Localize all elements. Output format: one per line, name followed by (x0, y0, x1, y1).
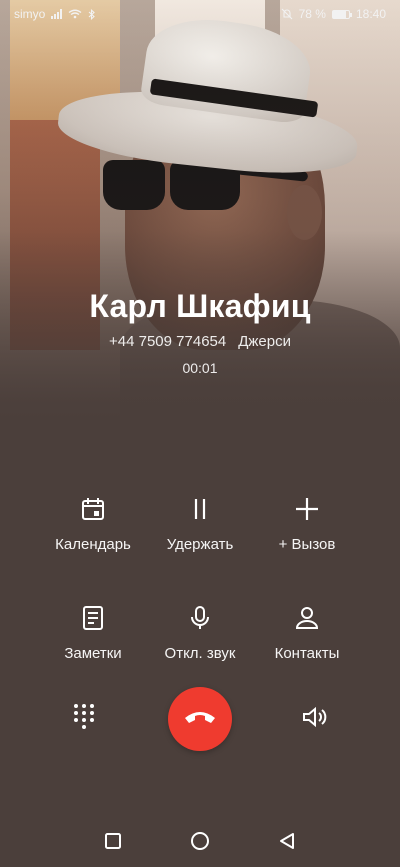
mute-icon (281, 8, 293, 20)
notes-icon (76, 601, 110, 635)
contacts-button[interactable]: Контакты (254, 601, 360, 662)
actions-row-1: Календарь Удержать + Вызов (0, 492, 400, 553)
plus-icon (290, 492, 324, 526)
mute-button[interactable]: Откл. звук (147, 601, 253, 662)
mute-label: Откл. звук (164, 645, 236, 662)
status-right: 78 % 18:40 (281, 7, 386, 21)
status-bar: simyo 78 % 18:40 (0, 0, 400, 28)
battery-percent: 78 % (298, 7, 326, 21)
notes-label: Заметки (64, 645, 122, 662)
signal-icon (51, 9, 63, 19)
actions-row-2: Заметки Откл. звук Контакты (0, 601, 400, 662)
carrier-label: simyo (14, 7, 46, 21)
calendar-button[interactable]: Календарь (40, 492, 146, 553)
speaker-icon (301, 705, 331, 734)
bluetooth-icon (88, 8, 96, 20)
circle-icon (190, 831, 210, 856)
caller-phone: +44 7509 774654 (109, 333, 227, 350)
caller-details: +44 7509 774654 Джерси (0, 333, 400, 350)
caller-name: Карл Шкафиц (89, 288, 311, 324)
recent-apps-button[interactable] (95, 825, 131, 861)
microphone-icon (183, 601, 217, 635)
hold-label: Удержать (166, 536, 234, 553)
add-call-label: + Вызов (278, 536, 336, 553)
end-call-button[interactable] (168, 687, 232, 751)
contacts-label: Контакты (274, 645, 340, 662)
square-icon (104, 832, 122, 855)
end-call-icon (183, 708, 217, 731)
dialpad-button[interactable] (60, 695, 108, 743)
home-button[interactable] (182, 825, 218, 861)
person-icon (290, 601, 324, 635)
calendar-icon (76, 492, 110, 526)
caller-location: Джерси (238, 333, 291, 350)
battery-icon (331, 9, 352, 19)
wifi-icon (68, 9, 82, 19)
calendar-label: Календарь (55, 536, 131, 553)
call-actions: Календарь Удержать + Вызов Заметки Откл.… (0, 492, 400, 662)
pause-icon (183, 492, 217, 526)
clock: 18:40 (355, 7, 386, 21)
status-left: simyo (14, 7, 96, 21)
add-call-button[interactable]: + Вызов (254, 492, 360, 553)
call-controls (0, 687, 400, 751)
call-timer: 00:01 (182, 360, 218, 376)
notes-button[interactable]: Заметки (40, 601, 146, 662)
hold-button[interactable]: Удержать (147, 492, 253, 553)
triangle-back-icon (278, 832, 296, 855)
back-button[interactable] (269, 825, 305, 861)
speaker-button[interactable] (292, 695, 340, 743)
dialpad-icon (72, 702, 96, 737)
navigation-bar (0, 819, 400, 867)
caller-info: Карл Шкафиц +44 7509 774654 Джерси 00:01 (0, 288, 400, 376)
